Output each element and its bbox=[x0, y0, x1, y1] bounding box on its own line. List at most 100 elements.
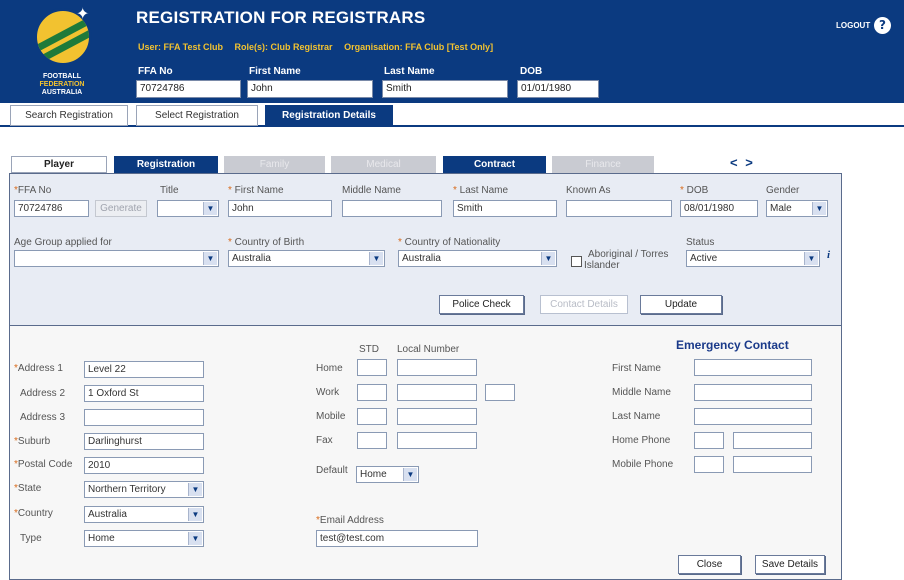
chevron-down-icon: ▼ bbox=[203, 252, 217, 265]
emergency-last-name-input[interactable] bbox=[694, 408, 812, 425]
header-first-name-field: John bbox=[247, 80, 373, 98]
default-label: Default bbox=[316, 465, 348, 476]
fax-std-input[interactable] bbox=[357, 432, 387, 449]
mobile-phone-label: Mobile bbox=[316, 411, 346, 422]
last-name-input[interactable]: Smith bbox=[453, 200, 557, 217]
header-last-name-field: Smith bbox=[382, 80, 508, 98]
logo-line-3: AUSTRALIA bbox=[41, 89, 83, 96]
work-ext-input[interactable] bbox=[485, 384, 515, 401]
address2-input[interactable]: 1 Oxford St bbox=[84, 385, 204, 402]
known-as-input[interactable] bbox=[566, 200, 672, 217]
work-std-input[interactable] bbox=[357, 384, 387, 401]
gender-label: Gender bbox=[766, 185, 800, 196]
emergency-middle-name-label: Middle Name bbox=[612, 387, 671, 398]
gender-select[interactable]: Male ▼ bbox=[766, 200, 828, 217]
type-select[interactable]: Home ▼ bbox=[84, 530, 204, 547]
chevron-down-icon: ▼ bbox=[403, 468, 417, 481]
section-tab-registration[interactable]: Registration bbox=[114, 156, 218, 173]
chevron-down-icon: ▼ bbox=[541, 252, 555, 265]
type-label: Type bbox=[20, 533, 42, 544]
logout-link[interactable]: LOGOUT bbox=[836, 21, 870, 30]
save-details-button[interactable]: Save Details bbox=[755, 555, 825, 574]
fax-local-input[interactable] bbox=[397, 432, 477, 449]
address2-label: Address 2 bbox=[20, 388, 66, 399]
ffa-no-input[interactable]: 70724786 bbox=[14, 200, 89, 217]
close-button[interactable]: Close bbox=[678, 555, 741, 574]
emergency-mobile-std-input[interactable] bbox=[694, 456, 724, 473]
middle-name-label: Middle Name bbox=[342, 185, 401, 196]
help-icon[interactable]: ? bbox=[874, 17, 891, 34]
tab-select-registration[interactable]: Select Registration bbox=[136, 105, 258, 126]
emergency-home-std-input[interactable] bbox=[694, 432, 724, 449]
country-select[interactable]: Australia ▼ bbox=[84, 506, 204, 523]
local-number-header: Local Number bbox=[397, 344, 460, 355]
suburb-input[interactable]: Darlinghurst bbox=[84, 433, 204, 450]
section-tab-contract[interactable]: Contract bbox=[443, 156, 546, 173]
emergency-home-local-input[interactable] bbox=[733, 432, 812, 449]
dob-input[interactable]: 08/01/1980 bbox=[680, 200, 758, 217]
user-info: User: FFA Test Club bbox=[138, 42, 224, 52]
work-phone-label: Work bbox=[316, 387, 340, 398]
update-button[interactable]: Update bbox=[640, 295, 722, 314]
aboriginal-checkbox[interactable] bbox=[571, 256, 582, 267]
tab-search-registration[interactable]: Search Registration bbox=[10, 105, 128, 126]
emergency-middle-name-input[interactable] bbox=[694, 384, 812, 401]
country-label: *Country bbox=[14, 508, 53, 519]
fax-label: Fax bbox=[316, 435, 333, 446]
section-tab-player[interactable]: Player bbox=[11, 156, 107, 173]
chevron-down-icon: ▼ bbox=[188, 508, 202, 521]
postal-code-input[interactable]: 2010 bbox=[84, 457, 204, 474]
country-birth-select[interactable]: Australia ▼ bbox=[228, 250, 385, 267]
chevron-down-icon: ▼ bbox=[188, 483, 202, 496]
work-local-input[interactable] bbox=[397, 384, 477, 401]
page-title: REGISTRATION FOR REGISTRARS bbox=[136, 8, 426, 27]
default-phone-select[interactable]: Home ▼ bbox=[356, 466, 419, 483]
address3-label: Address 3 bbox=[20, 412, 66, 423]
police-check-button[interactable]: Police Check bbox=[439, 295, 524, 314]
info-icon[interactable]: i bbox=[827, 249, 830, 261]
header-dob-label: DOB bbox=[520, 66, 543, 77]
age-group-select[interactable]: ▼ bbox=[14, 250, 219, 267]
title-select[interactable]: ▼ bbox=[157, 200, 219, 217]
emergency-last-name-label: Last Name bbox=[612, 411, 661, 422]
status-select[interactable]: Active ▼ bbox=[686, 250, 820, 267]
last-name-label: * Last Name bbox=[453, 185, 509, 196]
emergency-first-name-input[interactable] bbox=[694, 359, 812, 376]
country-nationality-select[interactable]: Australia ▼ bbox=[398, 250, 557, 267]
emergency-contact-title: Emergency Contact bbox=[676, 338, 789, 352]
generate-button[interactable]: Generate bbox=[95, 200, 147, 217]
address1-input[interactable]: Level 22 bbox=[84, 361, 204, 378]
email-input[interactable]: test@test.com bbox=[316, 530, 478, 547]
state-select[interactable]: Northern Territory ▼ bbox=[84, 481, 204, 498]
address3-input[interactable] bbox=[84, 409, 204, 426]
std-header: STD bbox=[359, 344, 379, 355]
chevron-down-icon: ▼ bbox=[188, 532, 202, 545]
ffa-no-label: *FFA No bbox=[14, 185, 52, 196]
home-local-input[interactable] bbox=[397, 359, 477, 376]
email-label: *Email Address bbox=[316, 515, 384, 526]
emergency-mobile-phone-label: Mobile Phone bbox=[612, 459, 674, 470]
emergency-first-name-label: First Name bbox=[612, 363, 661, 374]
dob-label: * DOB bbox=[680, 185, 709, 196]
header-last-name-label: Last Name bbox=[384, 66, 435, 77]
home-phone-label: Home bbox=[316, 363, 343, 374]
ffa-logo: ✦ FOOTBALL FEDERATION AUSTRALIA bbox=[0, 0, 130, 103]
header-dob-field: 01/01/1980 bbox=[517, 80, 599, 98]
emergency-mobile-local-input[interactable] bbox=[733, 456, 812, 473]
home-std-input[interactable] bbox=[357, 359, 387, 376]
header-ffa-no-field: 70724786 bbox=[136, 80, 241, 98]
section-tab-finance: Finance bbox=[552, 156, 654, 173]
country-nationality-label: * Country of Nationality bbox=[398, 237, 501, 248]
title-label: Title bbox=[160, 185, 179, 196]
mobile-local-input[interactable] bbox=[397, 408, 477, 425]
state-label: *State bbox=[14, 483, 42, 494]
section-nav-arrows[interactable]: < > bbox=[730, 155, 755, 170]
first-name-input[interactable]: John bbox=[228, 200, 332, 217]
first-name-label: * First Name bbox=[228, 185, 284, 196]
contact-details-button: Contact Details bbox=[540, 295, 628, 314]
middle-name-input[interactable] bbox=[342, 200, 442, 217]
postal-code-label: *Postal Code bbox=[14, 459, 73, 470]
mobile-std-input[interactable] bbox=[357, 408, 387, 425]
address1-label: *Address 1 bbox=[14, 363, 63, 374]
tab-registration-details[interactable]: Registration Details bbox=[265, 105, 393, 126]
